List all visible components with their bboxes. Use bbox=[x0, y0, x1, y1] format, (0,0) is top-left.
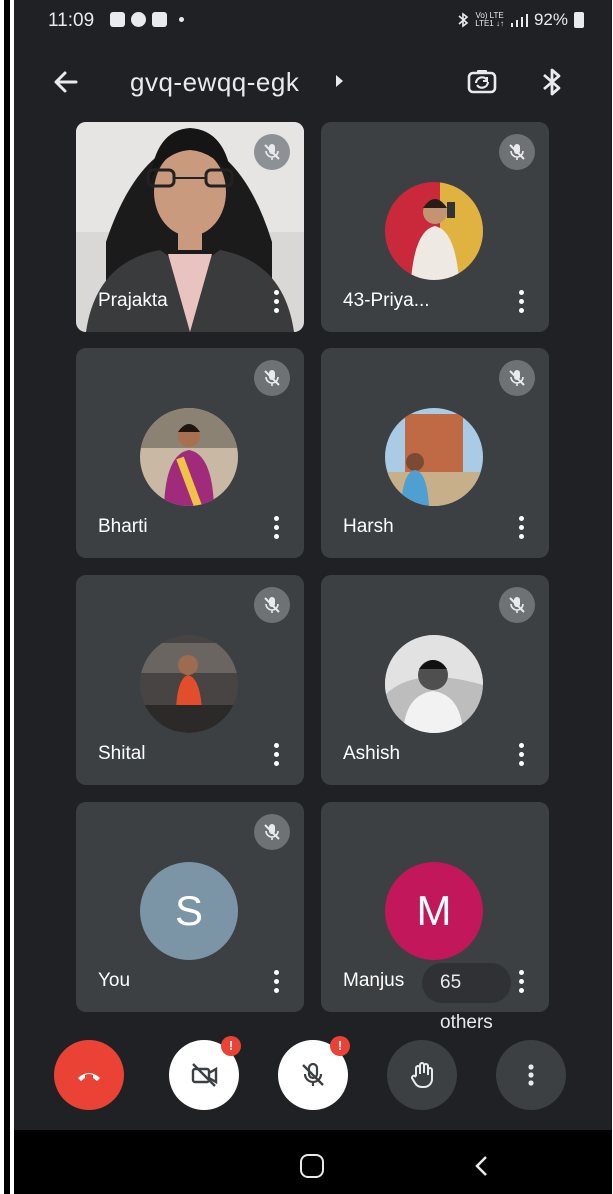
bluetooth-status-icon bbox=[458, 12, 469, 28]
device-frame-edge bbox=[0, 0, 14, 1194]
raise-hand-icon bbox=[411, 1062, 433, 1089]
app-notification-icon bbox=[131, 12, 146, 27]
bluetooth-icon[interactable] bbox=[538, 64, 566, 100]
camera-off-icon bbox=[191, 1063, 218, 1087]
participant-avatar-initial: M bbox=[385, 862, 483, 960]
arrow-left-icon[interactable] bbox=[48, 64, 84, 100]
muted-indicator bbox=[254, 134, 290, 170]
participant-name: Shital bbox=[98, 743, 146, 764]
more-notifications-icon bbox=[179, 17, 184, 22]
mic-off-icon bbox=[302, 1062, 324, 1086]
participant-avatar bbox=[385, 182, 483, 280]
participant-name: Prajakta bbox=[98, 290, 168, 311]
participant-avatar-initial: S bbox=[140, 862, 238, 960]
end-call-button[interactable] bbox=[54, 1040, 124, 1110]
participant-name: Ashish bbox=[343, 743, 401, 764]
phone-hangup-icon bbox=[78, 1073, 100, 1081]
muted-indicator bbox=[254, 360, 290, 396]
mic-off-icon bbox=[509, 144, 525, 160]
mic-off-icon bbox=[509, 370, 525, 386]
battery-icon bbox=[574, 12, 584, 28]
more-options-icon[interactable] bbox=[274, 516, 280, 540]
muted-indicator bbox=[499, 587, 535, 623]
network-indicator: Vo) LTE LTE1 ↓↑ bbox=[475, 12, 504, 28]
participant-tile[interactable]: Ashish bbox=[321, 575, 549, 785]
participant-avatar bbox=[140, 635, 238, 733]
mic-off-icon bbox=[264, 370, 280, 386]
more-options-icon[interactable] bbox=[519, 516, 525, 540]
network-bottom-label: LTE1 ↓↑ bbox=[475, 19, 504, 28]
system-navigation-bar bbox=[14, 1130, 612, 1194]
participant-tile[interactable]: Prajakta bbox=[76, 122, 304, 332]
more-options-icon[interactable] bbox=[519, 970, 525, 994]
mic-off-icon bbox=[264, 597, 280, 613]
others-count-pill[interactable]: 65 others bbox=[422, 963, 511, 1033]
participant-avatar bbox=[385, 408, 483, 506]
participant-name: You bbox=[98, 970, 131, 991]
more-options-icon[interactable] bbox=[519, 290, 525, 314]
mic-toggle-button[interactable]: ! bbox=[278, 1036, 350, 1110]
system-status: Vo) LTE LTE1 ↓↑ 92% bbox=[457, 10, 584, 30]
mic-off-icon bbox=[264, 144, 280, 160]
participant-name: Manjus bbox=[343, 970, 405, 991]
camera-toggle-button[interactable]: ! bbox=[169, 1036, 241, 1110]
nav-back-icon[interactable] bbox=[472, 1154, 492, 1178]
muted-indicator bbox=[254, 814, 290, 850]
mic-off-icon bbox=[509, 597, 525, 613]
call-controls: ! ! bbox=[14, 1036, 612, 1112]
meet-app-screen: 11:09 Vo) LTE LTE1 ↓↑ 92% gvq-ewqq-egk P… bbox=[14, 0, 612, 1194]
participant-avatar bbox=[140, 408, 238, 506]
more-options-icon[interactable] bbox=[274, 290, 280, 314]
switch-camera-icon[interactable] bbox=[464, 64, 500, 100]
meeting-header: gvq-ewqq-egk bbox=[14, 52, 612, 112]
muted-indicator bbox=[254, 587, 290, 623]
participant-tile[interactable]: 43-Priya... bbox=[321, 122, 549, 332]
battery-percent: 92% bbox=[533, 10, 568, 29]
mic-warning-badge: ! bbox=[330, 1036, 350, 1056]
participant-tile[interactable]: Harsh bbox=[321, 348, 549, 558]
participant-tile-self[interactable]: S You bbox=[76, 802, 304, 1012]
participant-name: Bharti bbox=[98, 516, 148, 537]
caret-right-icon[interactable] bbox=[336, 75, 343, 87]
muted-indicator bbox=[499, 134, 535, 170]
participant-tile[interactable]: Bharti bbox=[76, 348, 304, 558]
status-time: 11:09 bbox=[48, 10, 95, 31]
muted-indicator bbox=[499, 360, 535, 396]
gallery-notification-icon bbox=[110, 12, 125, 27]
more-actions-button[interactable] bbox=[496, 1040, 566, 1110]
status-bar: 11:09 Vo) LTE LTE1 ↓↑ 92% bbox=[14, 0, 612, 42]
more-vertical-icon bbox=[528, 1064, 534, 1086]
participant-name: 43-Priya... bbox=[343, 290, 430, 311]
more-options-icon[interactable] bbox=[519, 743, 525, 767]
meeting-code[interactable]: gvq-ewqq-egk bbox=[130, 67, 299, 98]
home-icon[interactable] bbox=[300, 1154, 324, 1178]
participant-tile[interactable]: Shital bbox=[76, 575, 304, 785]
signal-icon bbox=[510, 14, 528, 27]
more-options-icon[interactable] bbox=[274, 743, 280, 767]
mic-off-icon bbox=[264, 824, 280, 840]
notification-icons bbox=[110, 12, 184, 27]
more-options-icon[interactable] bbox=[274, 970, 280, 994]
raise-hand-button[interactable] bbox=[387, 1040, 457, 1110]
participant-avatar bbox=[385, 635, 483, 733]
camera-warning-badge: ! bbox=[221, 1036, 241, 1056]
screenshot-notification-icon bbox=[152, 12, 167, 27]
participant-name: Harsh bbox=[343, 516, 394, 537]
